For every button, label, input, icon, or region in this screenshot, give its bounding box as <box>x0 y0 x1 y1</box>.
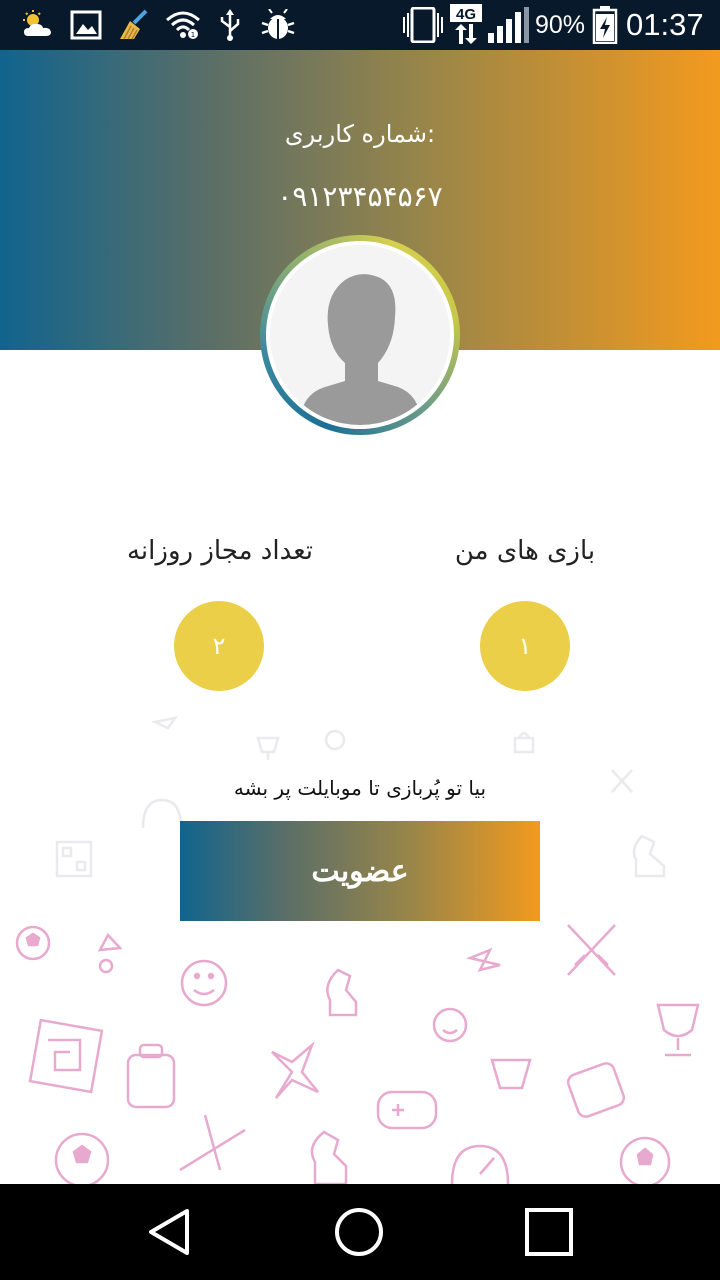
wifi-icon: 1 <box>165 8 201 42</box>
signal-icon <box>486 7 530 43</box>
backpack-doodle-icon <box>126 1043 176 1109</box>
clock: 01:37 <box>626 7 704 42</box>
trophy-doodle-icon <box>256 736 280 760</box>
background-doodles <box>0 700 720 1188</box>
soccer-ball-doodle-icon <box>619 1136 671 1188</box>
rocket-doodle-icon <box>150 716 178 730</box>
trophy-doodle-icon <box>97 932 123 974</box>
back-icon <box>149 1209 189 1255</box>
network-4g-icon: 4G <box>450 4 482 46</box>
network-4g-label: 4G <box>456 6 476 23</box>
gauge-doodle-icon <box>141 798 183 829</box>
join-button[interactable]: عضویت <box>180 821 540 921</box>
swords-doodle-icon <box>179 1114 246 1172</box>
trophy-doodle-icon <box>490 1058 532 1090</box>
cleaner-icon <box>116 8 152 42</box>
home-icon <box>335 1208 383 1256</box>
back-button[interactable] <box>110 1184 230 1280</box>
weather-icon <box>20 8 56 42</box>
smiley-doodle-icon <box>432 1007 468 1043</box>
vibrate-icon <box>400 7 446 43</box>
recents-button[interactable] <box>489 1184 609 1280</box>
smiley-doodle-icon <box>180 959 228 1007</box>
debug-icon <box>260 8 296 42</box>
chess-knight-doodle-icon <box>632 834 666 878</box>
navigation-bar <box>0 1184 720 1280</box>
my-games-count[interactable]: ۱ <box>480 601 570 691</box>
daily-allowed-count: ۲ <box>174 601 264 691</box>
gallery-icon <box>70 8 102 42</box>
svg-text:1: 1 <box>191 31 195 39</box>
user-phone-number: ۰۹۱۲۳۴۵۴۵۶۷ <box>277 180 443 213</box>
gauge-doodle-icon <box>450 1144 510 1185</box>
soccer-ball-doodle-icon <box>54 1132 110 1188</box>
maze-doodle-icon <box>28 1018 104 1094</box>
recents-icon <box>525 1208 573 1256</box>
home-button[interactable] <box>299 1184 419 1280</box>
soccer-ball-doodle-icon <box>15 925 51 961</box>
pinwheel-doodle-icon <box>465 947 501 972</box>
qr-doodle-icon <box>55 840 93 878</box>
status-bar: 1 4G 90% 01:37 <box>0 0 720 50</box>
promo-text: بیا تو پُربازی تا موبایلت پر بشه <box>233 776 487 800</box>
my-games-label: بازی های من <box>454 536 596 566</box>
trophy-doodle-icon <box>656 1003 700 1057</box>
avatar[interactable] <box>270 245 450 425</box>
lock-doodle-icon <box>513 731 535 754</box>
gamepad-doodle-icon <box>376 1090 438 1130</box>
swords-doodle-icon <box>567 924 616 976</box>
soccer-ball-doodle-icon <box>324 729 346 751</box>
pinwheel-doodle-icon <box>271 1040 319 1099</box>
chess-knight-doodle-icon <box>326 968 358 1017</box>
battery-percent: 90% <box>535 11 586 39</box>
chess-knight-doodle-icon <box>310 1130 348 1186</box>
usb-icon <box>217 8 243 42</box>
daily-allowed-label: تعداد مجاز روزانه <box>126 536 313 566</box>
battery-icon <box>592 6 618 44</box>
user-silhouette-icon <box>270 245 450 425</box>
user-number-label: شماره کاربری: <box>284 120 436 148</box>
backpack-doodle-icon <box>566 1062 626 1118</box>
